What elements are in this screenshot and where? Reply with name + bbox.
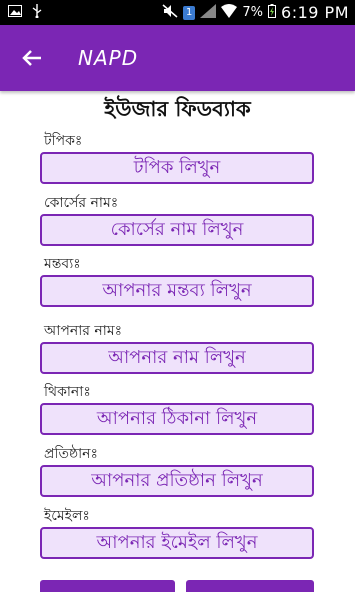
- course-name-input[interactable]: কোর্সের নাম লিখুন: [40, 214, 314, 246]
- app-title: NAPD: [78, 46, 139, 70]
- back-arrow-icon[interactable]: [20, 46, 44, 70]
- institution-input[interactable]: আপনার প্রতিষ্ঠান লিখুন: [40, 465, 314, 497]
- clock: 6:19 PM: [281, 3, 349, 22]
- page-title: ইউজার ফিডব্যাক: [104, 97, 251, 121]
- usb-icon: [32, 4, 42, 21]
- email-label: ইমেইলঃ: [44, 508, 90, 524]
- feedback-form: ইউজার ফিডব্যাক টপিকঃ টপিক লিখুন কোর্সের …: [0, 91, 355, 592]
- submit-button[interactable]: [40, 580, 175, 592]
- topic-input[interactable]: টপিক লিখুন: [40, 152, 314, 184]
- battery-percent: 7%: [242, 5, 264, 20]
- gallery-icon: [8, 5, 22, 20]
- wifi-icon: [221, 3, 238, 22]
- signal-icon: [200, 3, 217, 22]
- comment-input[interactable]: আপনার মন্তব্য লিখুন: [40, 275, 314, 307]
- institution-label: প্রতিষ্ঠানঃ: [44, 446, 98, 462]
- status-bar: 1 7% 6:19 PM: [0, 0, 355, 25]
- address-input[interactable]: আপনার ঠিকানা লিখুন: [40, 403, 314, 435]
- battery-charging-icon: [268, 3, 277, 22]
- topic-label: টপিকঃ: [44, 133, 83, 149]
- mute-icon: [162, 3, 178, 22]
- name-input[interactable]: আপনার নাম লিখুন: [40, 342, 314, 374]
- course-name-label: কোর্সের নামঃ: [44, 195, 119, 211]
- comment-label: মন্তব্যঃ: [44, 256, 81, 272]
- reset-button[interactable]: [186, 580, 314, 592]
- address-label: থিকানাঃ: [44, 384, 91, 400]
- email-input[interactable]: আপনার ইমেইল লিখুন: [40, 527, 314, 559]
- name-label: আপনার নামঃ: [44, 323, 123, 339]
- sim-badge: 1: [183, 5, 196, 20]
- app-bar: NAPD: [0, 25, 355, 91]
